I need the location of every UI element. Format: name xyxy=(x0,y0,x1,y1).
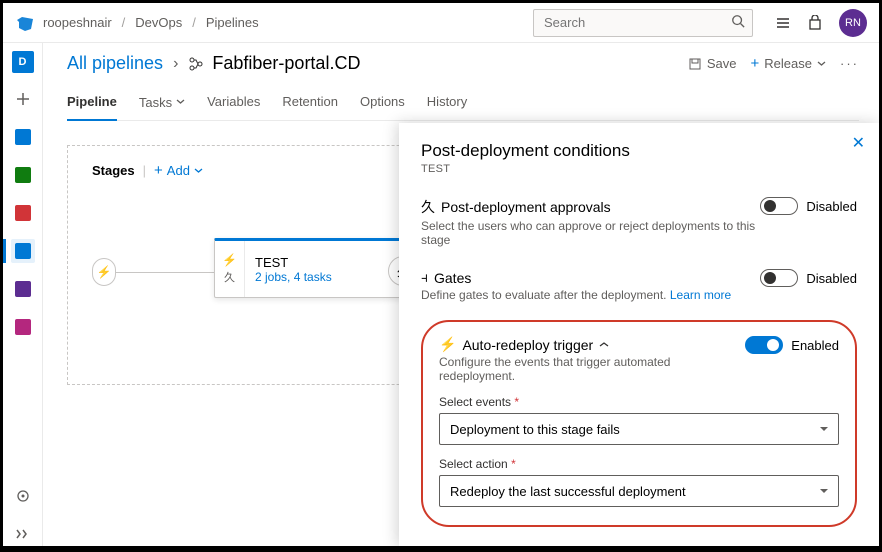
tab-variables[interactable]: Variables xyxy=(207,88,260,120)
redeploy-toggle[interactable] xyxy=(745,336,783,354)
nav-artifacts[interactable] xyxy=(11,315,35,339)
gates-section: ⫞ Gates Define gates to evaluate after t… xyxy=(421,269,857,302)
breadcrumb-org[interactable]: roopeshnair xyxy=(43,15,112,30)
stages-label: Stages xyxy=(92,163,135,178)
close-icon[interactable]: ✕ xyxy=(852,133,865,153)
release-definition-icon xyxy=(188,56,204,72)
artifact-trigger-icon[interactable]: ⚡ xyxy=(92,258,116,286)
gates-toggle[interactable] xyxy=(760,269,798,287)
project-tile[interactable]: D xyxy=(12,51,34,73)
collapse-icon[interactable] xyxy=(11,522,35,546)
search-icon[interactable] xyxy=(731,14,745,28)
tab-history[interactable]: History xyxy=(427,88,467,120)
release-button[interactable]: + Release xyxy=(751,55,826,72)
nav-pipelines[interactable] xyxy=(11,239,35,263)
breadcrumb-project[interactable]: DevOps xyxy=(135,15,182,30)
auto-redeploy-section: ⚡ Auto-redeploy trigger Configure the ev… xyxy=(421,320,857,527)
breadcrumb-area[interactable]: Pipelines xyxy=(206,15,259,30)
add-stage-button[interactable]: + Add xyxy=(154,162,203,179)
save-button[interactable]: Save xyxy=(688,56,737,71)
more-actions-icon[interactable]: ··· xyxy=(840,56,859,71)
gates-state: Disabled xyxy=(806,271,857,286)
add-icon[interactable] xyxy=(11,87,35,111)
top-bar: roopeshnair / DevOps / Pipelines RN xyxy=(3,3,879,43)
approvals-section: 久 Post-deployment approvals Select the u… xyxy=(421,197,857,247)
learn-more-link[interactable]: Learn more xyxy=(670,288,731,302)
stage-tasks-link[interactable]: 2 jobs, 4 tasks xyxy=(255,270,332,284)
approvals-toggle[interactable] xyxy=(760,197,798,215)
redeploy-state: Enabled xyxy=(791,338,839,353)
breadcrumb: roopeshnair / DevOps / Pipelines xyxy=(43,15,525,30)
tab-options[interactable]: Options xyxy=(360,88,405,120)
left-nav: D xyxy=(3,43,43,546)
settings-icon[interactable] xyxy=(11,484,35,508)
trigger-icon: ⚡ xyxy=(222,253,237,267)
save-icon xyxy=(688,57,702,71)
gates-icon: ⫞ xyxy=(421,269,428,286)
action-label: Select action * xyxy=(439,457,839,471)
azure-devops-logo-icon[interactable] xyxy=(15,13,35,33)
page-title: Fabfiber-portal.CD xyxy=(188,53,360,74)
approvals-state: Disabled xyxy=(806,199,857,214)
list-view-icon[interactable] xyxy=(775,15,791,31)
tab-tasks[interactable]: Tasks xyxy=(139,88,185,120)
events-select[interactable]: Deployment to this stage fails xyxy=(439,413,839,445)
connector xyxy=(114,272,214,273)
chevron-up-icon[interactable] xyxy=(599,341,609,348)
redeploy-icon: ⚡ xyxy=(439,336,456,353)
chevron-right-icon: › xyxy=(173,55,178,73)
panel-stage: TEST xyxy=(421,163,857,175)
chevron-down-icon xyxy=(817,61,826,67)
person-icon: 久 xyxy=(224,269,235,285)
pre-deploy-conditions[interactable]: ⚡ 久 xyxy=(215,241,245,297)
stage-card[interactable]: ⚡ 久 TEST 2 jobs, 4 tasks 久 xyxy=(214,238,404,298)
nav-testplans[interactable] xyxy=(11,277,35,301)
avatar[interactable]: RN xyxy=(839,9,867,37)
tab-pipeline[interactable]: Pipeline xyxy=(67,88,117,121)
tabs: Pipeline Tasks Variables Retention Optio… xyxy=(67,88,859,121)
post-deployment-panel: ✕ Post-deployment conditions TEST 久 Post… xyxy=(399,123,879,546)
person-icon: 久 xyxy=(421,197,435,217)
nav-pipelines-red[interactable] xyxy=(11,201,35,225)
chevron-down-icon xyxy=(194,168,203,174)
shopping-bag-icon[interactable] xyxy=(807,15,823,31)
nav-repos[interactable] xyxy=(11,163,35,187)
panel-title: Post-deployment conditions xyxy=(421,141,857,161)
tab-retention[interactable]: Retention xyxy=(282,88,338,120)
search-input[interactable] xyxy=(533,9,753,37)
stage-name: TEST xyxy=(255,255,332,270)
nav-boards[interactable] xyxy=(11,125,35,149)
events-label: Select events * xyxy=(439,395,839,409)
action-select[interactable]: Redeploy the last successful deployment xyxy=(439,475,839,507)
all-pipelines-link[interactable]: All pipelines xyxy=(67,53,163,74)
